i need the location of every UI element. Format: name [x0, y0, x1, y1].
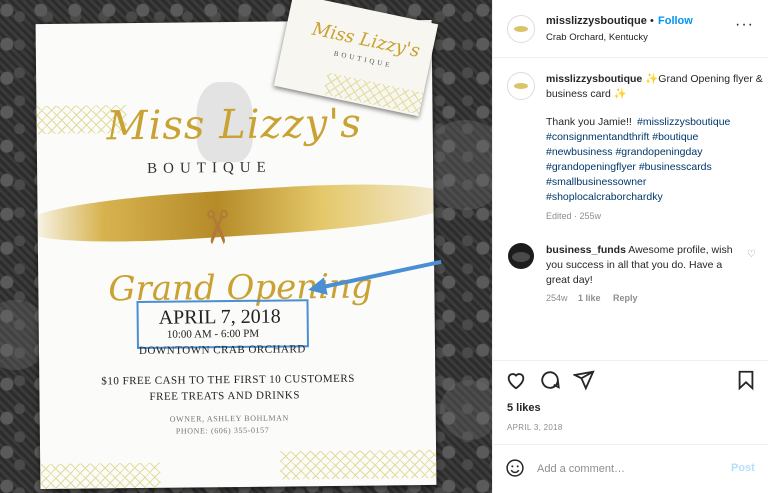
comment-icon[interactable] — [539, 369, 561, 391]
flyer-place: DOWNTOWN CRAB ORCHARD — [138, 343, 306, 358]
caption-hashtags[interactable]: #misslizzysboutique #consignmentandthrif… — [546, 115, 764, 205]
commenter-avatar[interactable] — [508, 243, 534, 269]
post-header: misslizzysboutique • Follow Crab Orchard… — [493, 0, 768, 58]
follow-button[interactable]: Follow — [658, 15, 693, 27]
caption-title: misslizzysboutique ✨Grand Opening flyer … — [546, 72, 764, 102]
more-options-icon[interactable]: ··· — [735, 16, 754, 34]
header-location[interactable]: Crab Orchard, Kentucky — [546, 32, 648, 43]
emoji-icon[interactable] — [505, 458, 525, 478]
flyer-offer-2: FREE TREATS AND DRINKS — [149, 389, 301, 403]
comment-like-heart-icon[interactable]: ♡ — [747, 249, 756, 260]
lace-pattern — [440, 380, 492, 440]
flyer-diamond-band-bottom-left — [35, 462, 161, 490]
comment-reply-button[interactable]: Reply — [613, 293, 638, 303]
heart-icon[interactable] — [505, 369, 527, 391]
bookmark-icon[interactable] — [735, 369, 757, 391]
flyer-owner: OWNER, ASHLEY BOHLMAN — [169, 413, 289, 424]
action-bar — [493, 360, 768, 396]
scissors-icon: ✂ — [190, 207, 244, 247]
flyer-brand-sub: BOUTIQUE — [147, 159, 272, 177]
header-separator: • — [650, 15, 654, 27]
comment-body: business_funds Awesome profile, wish you… — [546, 243, 742, 288]
flyer-phone: PHONE: (606) 355-0157 — [175, 425, 270, 436]
flyer-date: APRIL 7, 2018 — [158, 305, 281, 329]
likes-count[interactable]: 5 likes — [507, 402, 541, 414]
annotation-arrow-head — [306, 277, 328, 299]
flyer-brand-name: Miss Lizzy's — [106, 100, 363, 150]
post-side-panel: misslizzysboutique • Follow Crab Orchard… — [492, 0, 768, 493]
caption-edited: Edited · 255w — [546, 211, 602, 221]
share-icon[interactable] — [573, 369, 595, 391]
header-username[interactable]: misslizzysboutique — [546, 15, 647, 27]
comment-input[interactable] — [537, 460, 717, 478]
comment-age: 254w — [546, 293, 568, 303]
post-photo[interactable]: Miss Lizzy's BOUTIQUE ✂ Grand Opening AP… — [0, 0, 492, 493]
comment-bar: Post — [493, 444, 768, 493]
post-date: APRIL 3, 2018 — [507, 423, 563, 432]
caption-avatar[interactable] — [507, 72, 535, 100]
flyer-offer-1: $10 FREE CASH TO THE FIRST 10 CUSTOMERS — [101, 372, 355, 388]
profile-avatar[interactable] — [507, 15, 535, 43]
post-comment-button[interactable]: Post — [731, 462, 755, 474]
comment-username[interactable]: business_funds — [546, 244, 626, 256]
caption-username[interactable]: misslizzysboutique — [546, 73, 642, 85]
comment-likes[interactable]: 1 like — [578, 293, 601, 303]
flyer-diamond-band-bottom — [280, 449, 437, 480]
flyer-time: 10:00 AM - 6:00 PM — [166, 327, 260, 341]
